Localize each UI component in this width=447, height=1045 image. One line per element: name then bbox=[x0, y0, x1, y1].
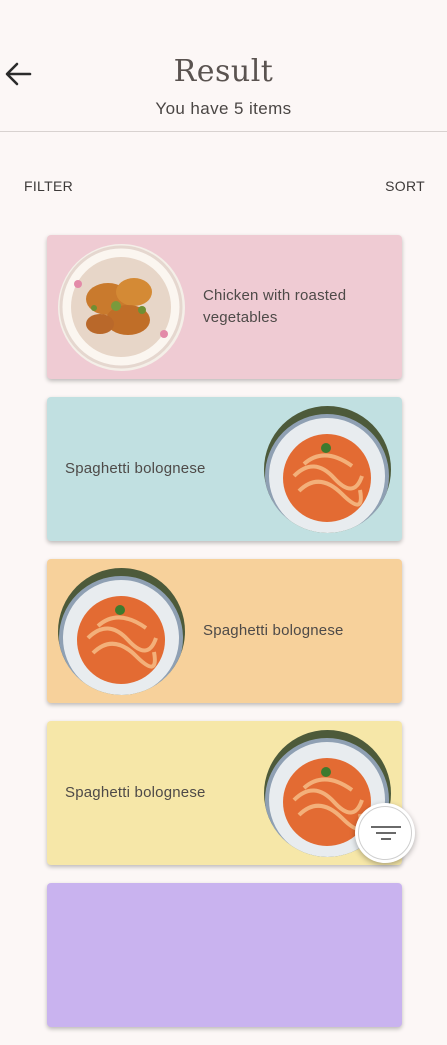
result-list: Chicken with roasted vegetables Spaghett… bbox=[47, 235, 402, 1045]
app-header: Result You have 5 items bbox=[0, 0, 447, 132]
chicken-dish-image bbox=[58, 244, 185, 371]
item-name: Chicken with roasted vegetables bbox=[203, 287, 347, 326]
result-card[interactable]: Spaghetti bolognese bbox=[47, 559, 402, 703]
item-name: Spaghetti bolognese bbox=[65, 460, 206, 477]
result-card[interactable]: Spaghetti bolognese bbox=[47, 397, 402, 541]
result-card[interactable] bbox=[47, 883, 402, 1027]
filter-fab-button[interactable] bbox=[355, 803, 415, 863]
result-card[interactable]: Chicken with roasted vegetables bbox=[47, 235, 402, 379]
filter-lines-icon bbox=[371, 826, 401, 840]
item-name: Spaghetti bolognese bbox=[203, 622, 344, 639]
spaghetti-dish-image bbox=[58, 568, 185, 695]
item-count-subtitle: You have 5 items bbox=[155, 99, 292, 118]
result-card[interactable]: Spaghetti bolognese bbox=[47, 721, 402, 865]
spaghetti-dish-image bbox=[264, 406, 391, 533]
sort-button[interactable]: SORT bbox=[385, 178, 425, 194]
item-name: Spaghetti bolognese bbox=[65, 784, 206, 801]
filter-button[interactable]: FILTER bbox=[24, 178, 73, 194]
page-title: Result bbox=[173, 54, 274, 89]
